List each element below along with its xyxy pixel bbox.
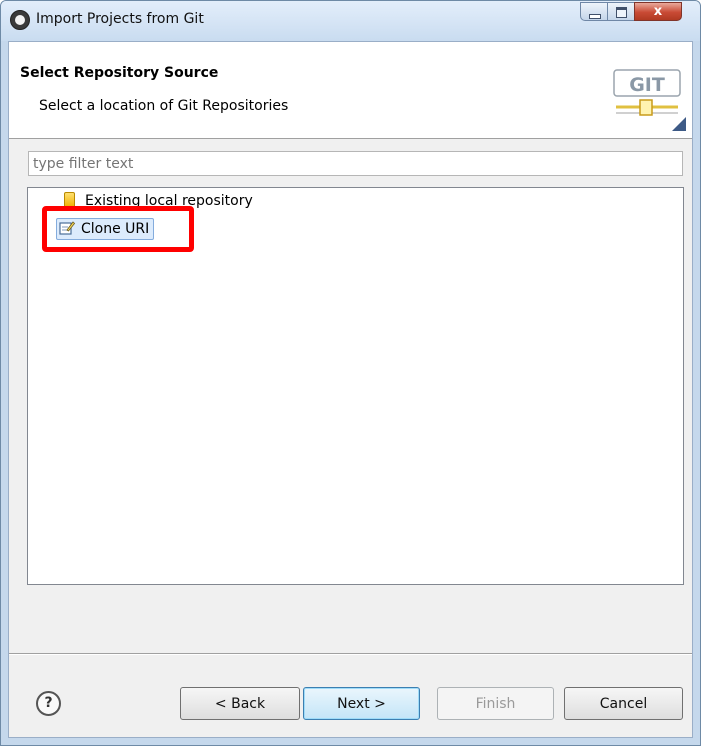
- cancel-button[interactable]: Cancel: [564, 687, 683, 720]
- dialog-body: Select Repository Source Select a locati…: [8, 41, 693, 738]
- button-bar-separator: [9, 653, 692, 655]
- git-logo-icon: GIT: [613, 69, 686, 131]
- filter-input[interactable]: [28, 151, 683, 176]
- page-description: Select a location of Git Repositories: [39, 98, 289, 114]
- title-bar[interactable]: Import Projects from Git x: [1, 1, 700, 41]
- wizard-banner: Select Repository Source Select a locati…: [9, 42, 692, 139]
- minimize-icon: [589, 14, 601, 19]
- close-icon: x: [653, 4, 663, 19]
- finish-button[interactable]: Finish: [437, 687, 554, 720]
- maximize-icon: [616, 7, 627, 18]
- import-projects-dialog: Import Projects from Git x Select Reposi…: [0, 0, 701, 746]
- close-button[interactable]: x: [634, 2, 682, 21]
- page-title: Select Repository Source: [20, 65, 219, 81]
- minimize-button[interactable]: [580, 2, 608, 21]
- help-icon[interactable]: ?: [36, 691, 61, 716]
- maximize-button[interactable]: [607, 2, 635, 21]
- back-button[interactable]: < Back: [180, 687, 300, 720]
- annotation-highlight-box: [42, 206, 194, 252]
- eclipse-icon: [10, 10, 30, 30]
- window-title: Import Projects from Git: [36, 11, 204, 27]
- next-button[interactable]: Next >: [303, 687, 420, 720]
- git-logo-text: GIT: [629, 74, 665, 96]
